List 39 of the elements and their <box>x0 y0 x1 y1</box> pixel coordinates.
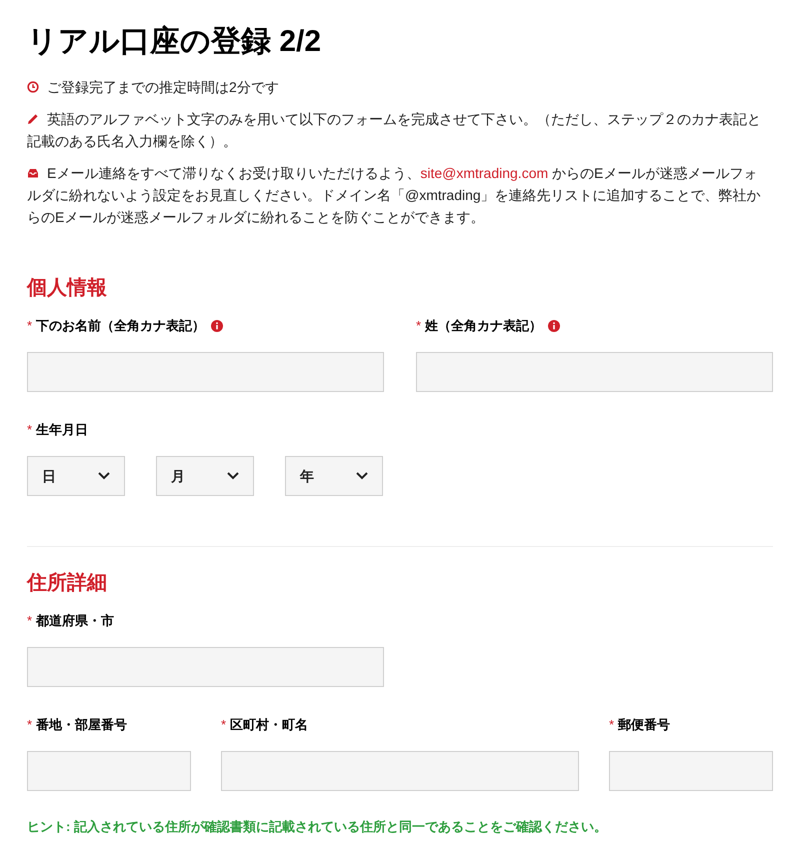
text-input[interactable] <box>609 751 773 791</box>
pencil-icon <box>27 112 39 125</box>
select-dropdown[interactable]: 年 <box>285 456 383 496</box>
text-input[interactable] <box>221 751 579 791</box>
select-dropdown[interactable]: 日 <box>27 456 125 496</box>
section-title: 住所詳細 <box>27 571 108 596</box>
info-icon[interactable] <box>548 320 560 332</box>
required-mark: * <box>27 421 32 440</box>
required-mark: * <box>27 612 32 630</box>
field-label: 姓（全角カナ表記） <box>425 317 542 336</box>
required-mark: * <box>609 716 614 734</box>
hint-text: ヒント: 記入されている住所が確認書類に記載されている住所と同一であることをご確認ください。 <box>27 818 608 836</box>
page-title: リアル口座の登録 2/2 <box>27 24 322 60</box>
field-label: 下のお名前（全角カナ表記） <box>36 317 206 336</box>
field-label: 生年月日 <box>36 421 88 440</box>
field-label: 区町村・町名 <box>230 716 308 734</box>
chevron-icon <box>227 472 239 480</box>
inbox-icon <box>27 166 39 179</box>
email-link[interactable]: site@xmtrading.com <box>420 165 548 181</box>
notice-text: ご登録完了までの推定時間は2分です <box>27 76 767 98</box>
notice-text: Eメール連絡をすべて滞りなくお受け取りいただけるよう、site@xmtrading.com からのEメールが迷惑メールフォルダに紛れないよう設定をお見直しください。ドメイン名「@xmtrading」を連絡先リストに追加することで、弊社からのEメールが迷惑メールフォルダに紛れることを防ぐことができます。 <box>27 164 762 227</box>
section-title: 個人情報 <box>27 276 108 301</box>
required-mark: * <box>27 716 32 734</box>
select-dropdown[interactable]: 月 <box>156 456 254 496</box>
field-label: 番地・部屋番号 <box>36 716 128 734</box>
field-label: 郵便番号 <box>618 716 670 734</box>
required-mark: * <box>27 317 32 336</box>
text-input[interactable] <box>27 647 384 687</box>
chevron-icon <box>98 472 110 480</box>
info-icon[interactable] <box>211 320 224 332</box>
field-label: 都道府県・市 <box>36 612 114 630</box>
notice-text: 英語のアルファベット文字のみを用いて以下のフォームを完成させて下さい。（ただし、ステップ２のカナ表記と記載のある氏名入力欄を除く）。 <box>27 110 762 151</box>
required-mark: * <box>416 317 422 336</box>
text-input[interactable] <box>416 352 773 392</box>
clock-icon <box>27 80 39 93</box>
text-input[interactable] <box>27 352 384 392</box>
text-input[interactable] <box>27 751 191 791</box>
chevron-icon <box>356 472 368 480</box>
required-mark: * <box>221 716 226 734</box>
